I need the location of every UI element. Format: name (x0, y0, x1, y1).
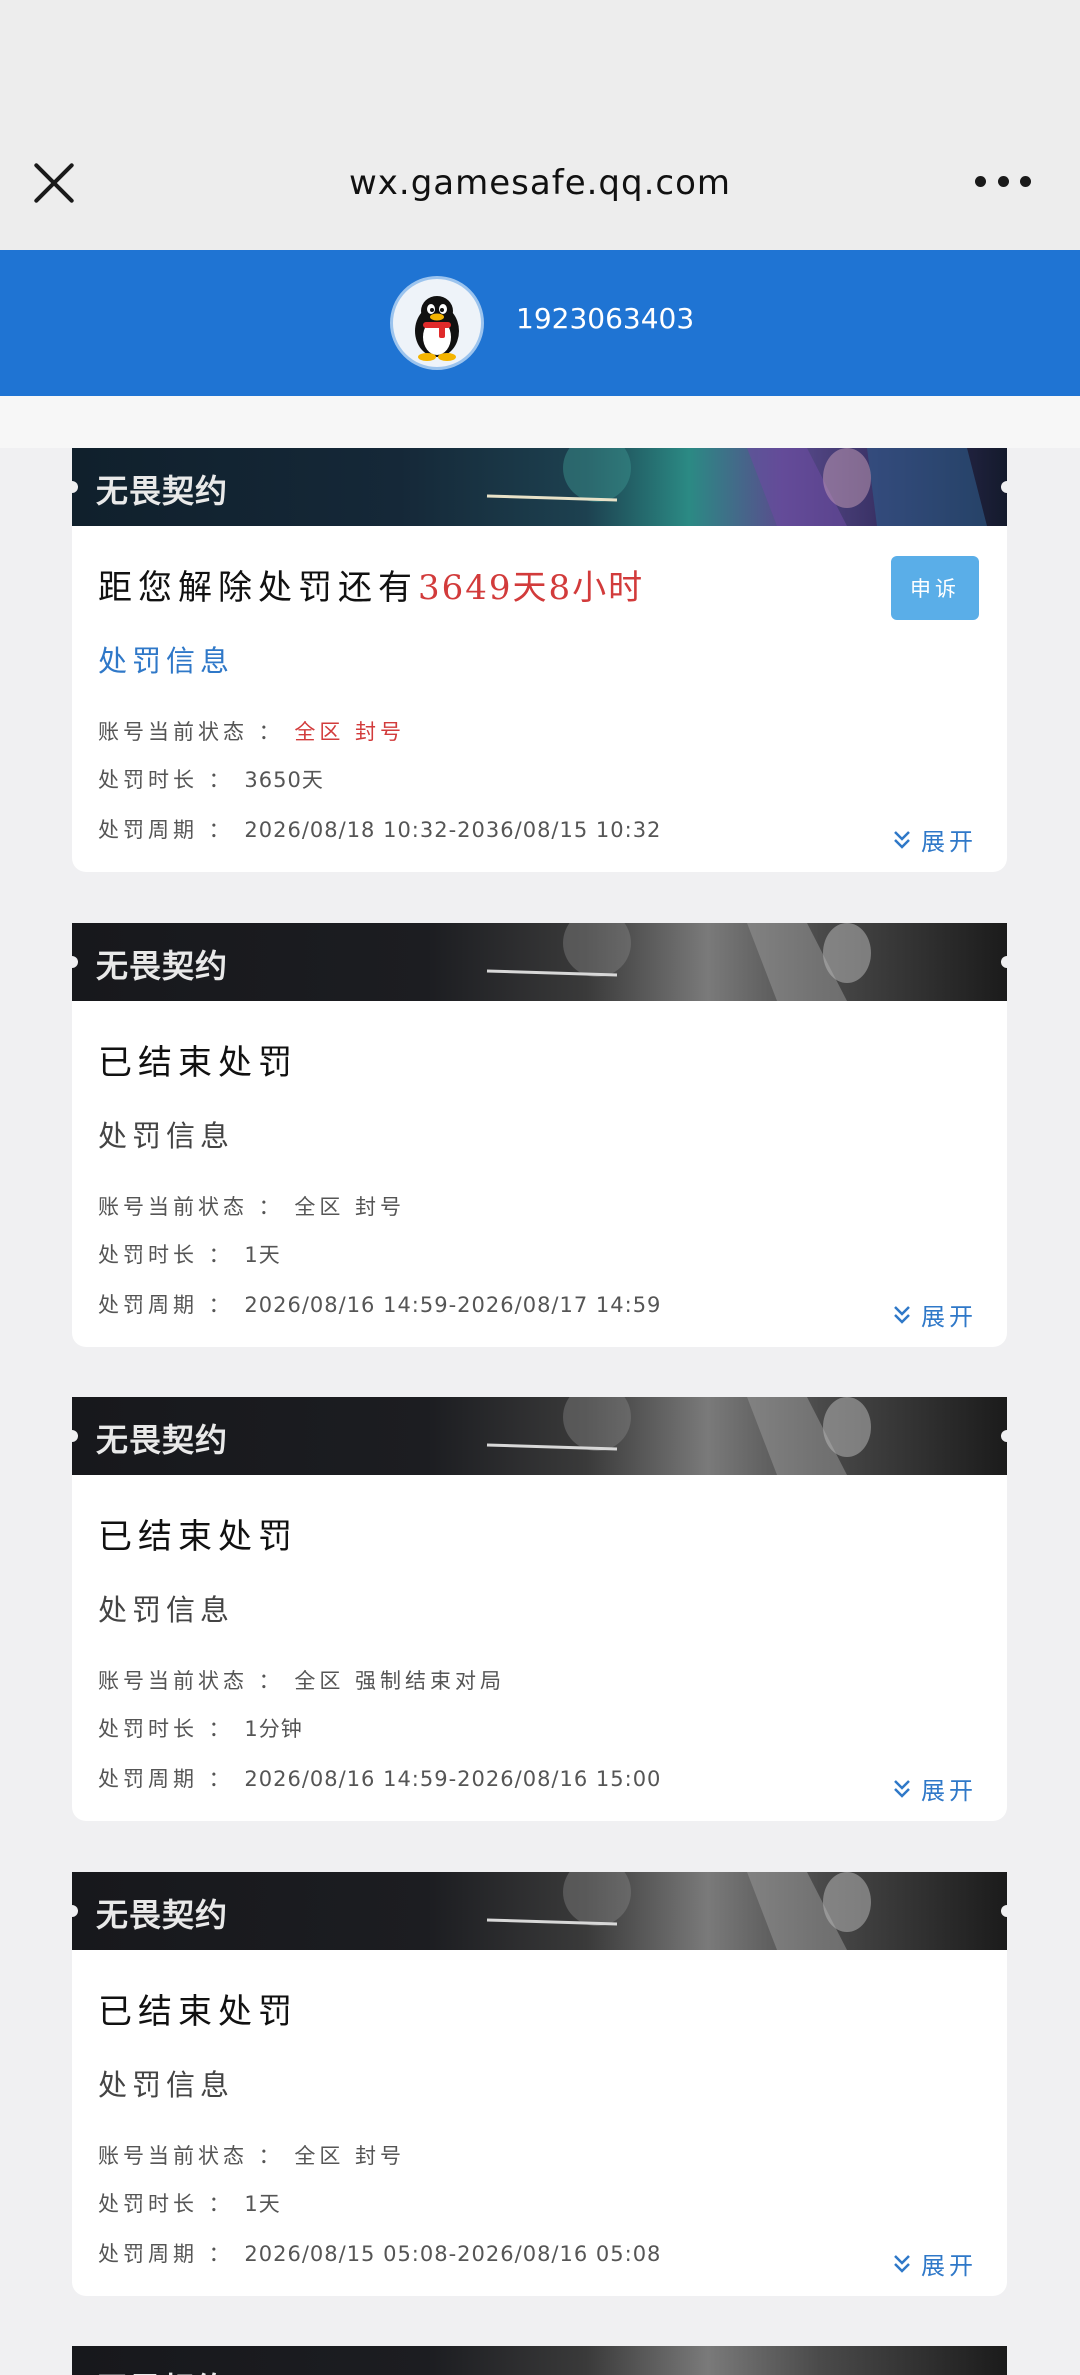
chevron-double-down-icon (894, 1305, 910, 1324)
penalty-info-title[interactable]: 处罚信息 (98, 638, 234, 680)
game-banner: 无畏契约 (72, 923, 1007, 1001)
banner-artwork (486, 1397, 871, 1475)
avatar (390, 276, 484, 370)
game-banner: 无畏契约 (72, 1872, 1007, 1950)
account-status-row: 账号当前状态 ： 全区 封号 (98, 720, 406, 744)
chevron-double-down-icon (894, 1779, 910, 1798)
account-status-row: 账号当前状态 ： 全区 封号 (98, 1195, 406, 1219)
browser-top-bar: wx.gamesafe.qq.com (0, 0, 1080, 250)
penalty-card-ended: 无畏契约 已结束处罚 处罚信息 账号当前状态 ： 全区 封号 处罚时长 ： 1天… (72, 923, 1007, 1347)
penalty-remaining-text: 距您解除处罚还有3649天8小时 (98, 568, 645, 608)
banner-title: 无畏契约 (96, 2364, 228, 2375)
account-status-row: 账号当前状态 ： 全区 封号 (98, 2144, 406, 2168)
penalty-period-row: 处罚周期 ： 2026/08/18 10:32-2036/08/15 10:32 (98, 818, 662, 842)
banner-artwork (486, 1872, 871, 1950)
expand-button[interactable]: 展开 (893, 2246, 977, 2281)
banner-artwork (486, 448, 987, 526)
banner-title: 无畏契约 (96, 947, 229, 985)
appeal-button[interactable]: 申诉 (891, 556, 979, 620)
chevron-double-down-icon (894, 2254, 910, 2273)
chevron-double-down-icon (894, 830, 910, 849)
banner-artwork (486, 923, 871, 1001)
header-divider-strip (0, 396, 1080, 448)
game-banner: 无畏契约 (72, 2346, 1007, 2375)
penalty-ended-text: 已结束处罚 (98, 1992, 298, 2032)
penalty-card-ended: 无畏契约 已结束处罚 处罚信息 账号当前状态 ： 全区 封号 处罚时长 ： 1天… (72, 1872, 1007, 2296)
penalty-duration-row: 处罚时长 ： 1分钟 (98, 1717, 303, 1741)
penalty-ended-text: 已结束处罚 (98, 1517, 298, 1557)
expand-button[interactable]: 展开 (893, 822, 977, 857)
penalty-info-title: 处罚信息 (98, 1119, 235, 1153)
penalty-period-row: 处罚周期 ： 2026/08/15 05:08-2026/08/16 05:08 (98, 2242, 662, 2266)
profile-header: 1923063403 (0, 250, 1080, 396)
game-banner: 无畏契约 (72, 448, 1007, 526)
penalty-period-row: 处罚周期 ： 2026/08/16 14:59-2026/08/16 15:00 (98, 1767, 662, 1791)
game-banner: 无畏契约 (72, 1397, 1007, 1475)
penalty-duration-row: 处罚时长 ： 3650天 (98, 768, 324, 792)
expand-button[interactable]: 展开 (893, 1771, 977, 1806)
penalty-card-ended: 无畏契约 已结束处罚 处罚信息 账号当前状态 ： 全区 强制结束对局 处罚时长 … (72, 1397, 1007, 1821)
expand-button[interactable]: 展开 (893, 1297, 977, 1332)
penalty-card-partial: 无畏契约 (72, 2346, 1007, 2375)
penalty-duration-row: 处罚时长 ： 1天 (98, 1243, 281, 1267)
banner-title: 无畏契约 (96, 1421, 229, 1459)
account-status-row: 账号当前状态 ： 全区 强制结束对局 (98, 1669, 506, 1693)
account-status-value: 全区 封号 (294, 720, 406, 744)
penalty-info-title: 处罚信息 (98, 2068, 235, 2102)
page-url: wx.gamesafe.qq.com (348, 163, 732, 203)
more-options-icon[interactable] (975, 176, 1031, 190)
penalty-period-row: 处罚周期 ： 2026/08/16 14:59-2026/08/17 14:59 (98, 1293, 662, 1317)
penalty-duration-row: 处罚时长 ： 1天 (98, 2192, 281, 2216)
remaining-time: 3649天8小时 (418, 568, 645, 608)
banner-title: 无畏契约 (96, 472, 229, 510)
qq-number: 1923063403 (516, 302, 695, 335)
qq-penguin-icon (415, 296, 459, 361)
penalty-card-active: 无畏契约 距您解除处罚还有3649天8小时 申诉 处罚信息 账号当前状态 ： 全… (72, 448, 1007, 872)
penalty-info-title: 处罚信息 (98, 1593, 235, 1627)
penalty-ended-text: 已结束处罚 (98, 1043, 298, 1083)
banner-title: 无畏契约 (96, 1896, 229, 1934)
